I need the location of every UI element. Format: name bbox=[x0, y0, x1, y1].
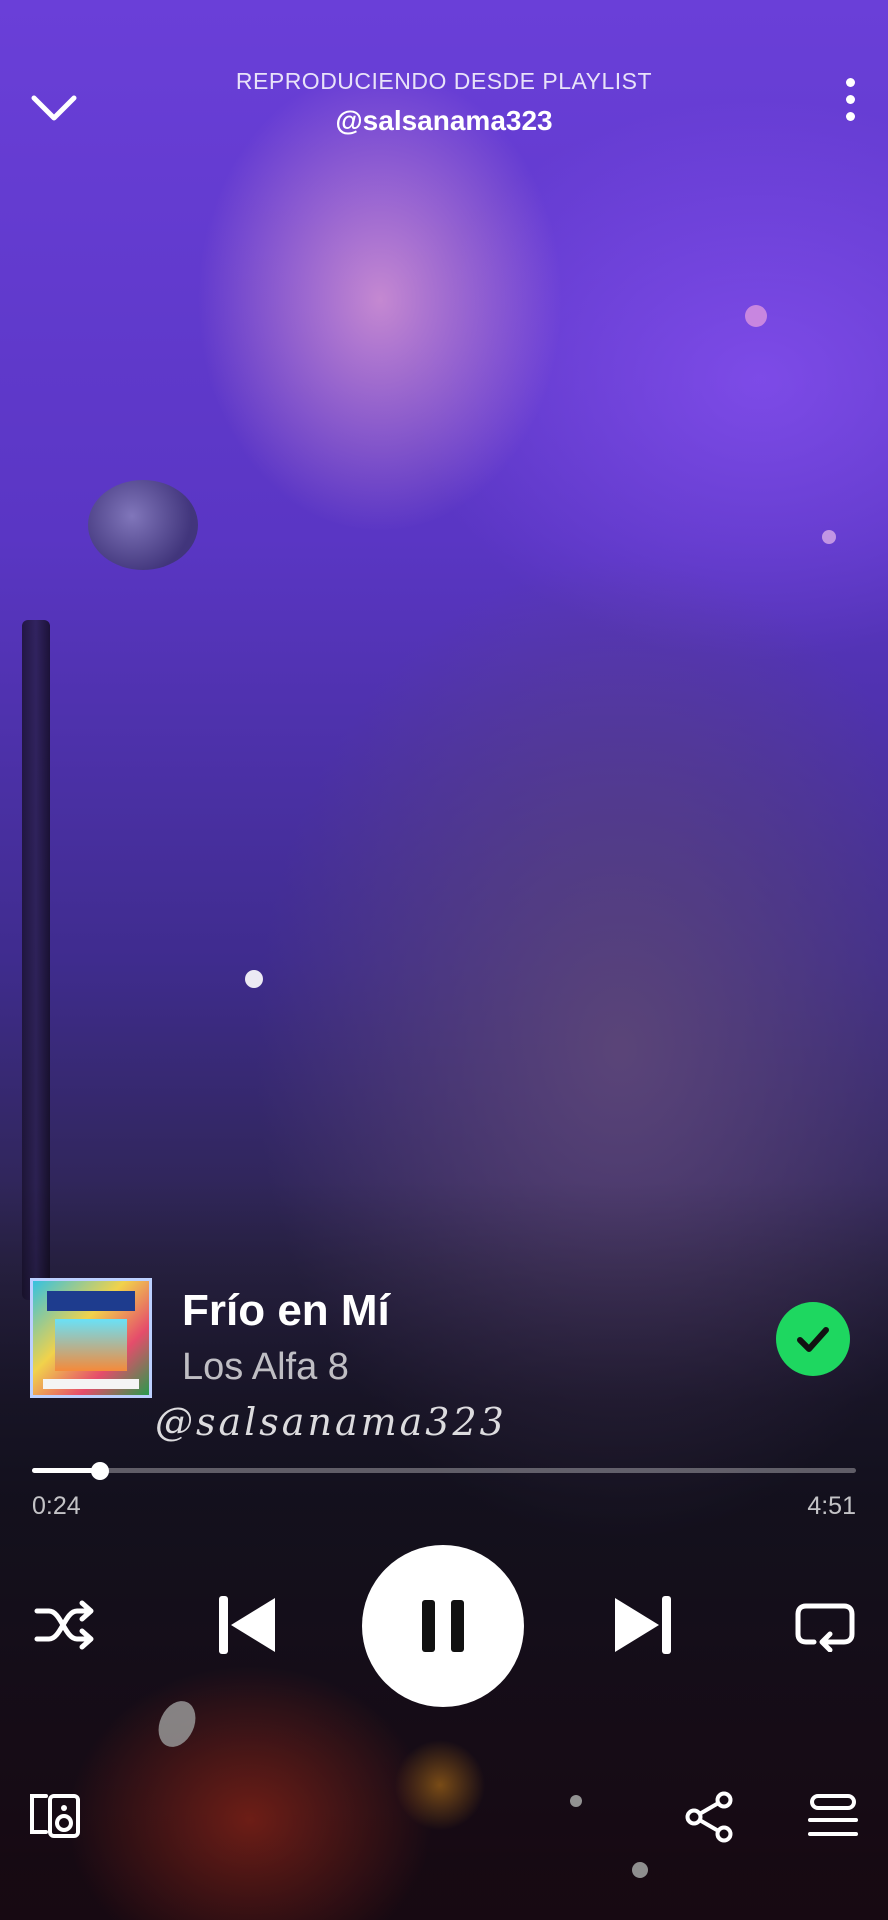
progress-bar[interactable] bbox=[32, 1462, 856, 1480]
light-sparkle bbox=[245, 970, 263, 988]
check-circle-icon[interactable] bbox=[776, 1302, 850, 1376]
light-sparkle bbox=[745, 305, 767, 327]
playlist-name: @salsanama323 bbox=[335, 105, 553, 136]
track-title[interactable]: Frío en Mí bbox=[182, 1286, 390, 1336]
progress-fill bbox=[32, 1468, 100, 1473]
total-time: 4:51 bbox=[807, 1492, 856, 1520]
microphone-image bbox=[88, 480, 198, 570]
bottom-actions bbox=[0, 1790, 888, 1850]
light-sparkle bbox=[822, 530, 836, 544]
track-artist[interactable]: Los Alfa 8 bbox=[182, 1346, 349, 1389]
watermark-text: @salsanama323 bbox=[155, 1400, 507, 1444]
track-info: Frío en Mí Los Alfa 8 bbox=[30, 1278, 858, 1398]
progress-knob[interactable] bbox=[90, 1462, 109, 1480]
album-cover[interactable] bbox=[30, 1278, 152, 1398]
repeat-icon[interactable] bbox=[790, 1595, 860, 1655]
pause-icon bbox=[422, 1600, 464, 1652]
share-icon[interactable] bbox=[682, 1790, 736, 1844]
shuffle-icon[interactable] bbox=[30, 1595, 100, 1655]
more-vertical-icon[interactable] bbox=[840, 78, 860, 130]
progress-rail bbox=[32, 1468, 856, 1473]
playback-controls bbox=[0, 1545, 888, 1707]
queue-icon[interactable] bbox=[806, 1792, 860, 1842]
skip-previous-icon[interactable] bbox=[212, 1590, 282, 1660]
context-label: REPRODUCIENDO DESDE PLAYLIST bbox=[235, 68, 653, 94]
elapsed-time: 0:24 bbox=[32, 1492, 81, 1520]
now-playing-header: REPRODUCIENDO DESDE PLAYLIST @salsanama3… bbox=[0, 60, 888, 150]
skip-next-icon[interactable] bbox=[608, 1590, 678, 1660]
playing-context[interactable]: REPRODUCIENDO DESDE PLAYLIST @salsanama3… bbox=[0, 68, 888, 137]
devices-icon[interactable] bbox=[28, 1790, 82, 1844]
pause-button[interactable] bbox=[362, 1545, 524, 1707]
